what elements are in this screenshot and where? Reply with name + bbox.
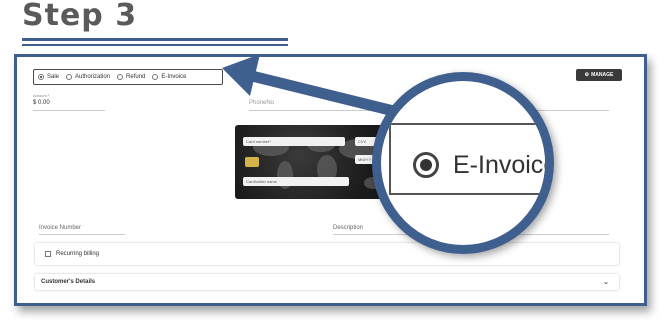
zoom-radio-icon — [413, 152, 439, 178]
zoom-einvoice-label: E-Invoice — [453, 151, 554, 179]
zoom-magnifier: E-Invoice — [372, 72, 554, 254]
callout-arrow — [222, 54, 432, 126]
